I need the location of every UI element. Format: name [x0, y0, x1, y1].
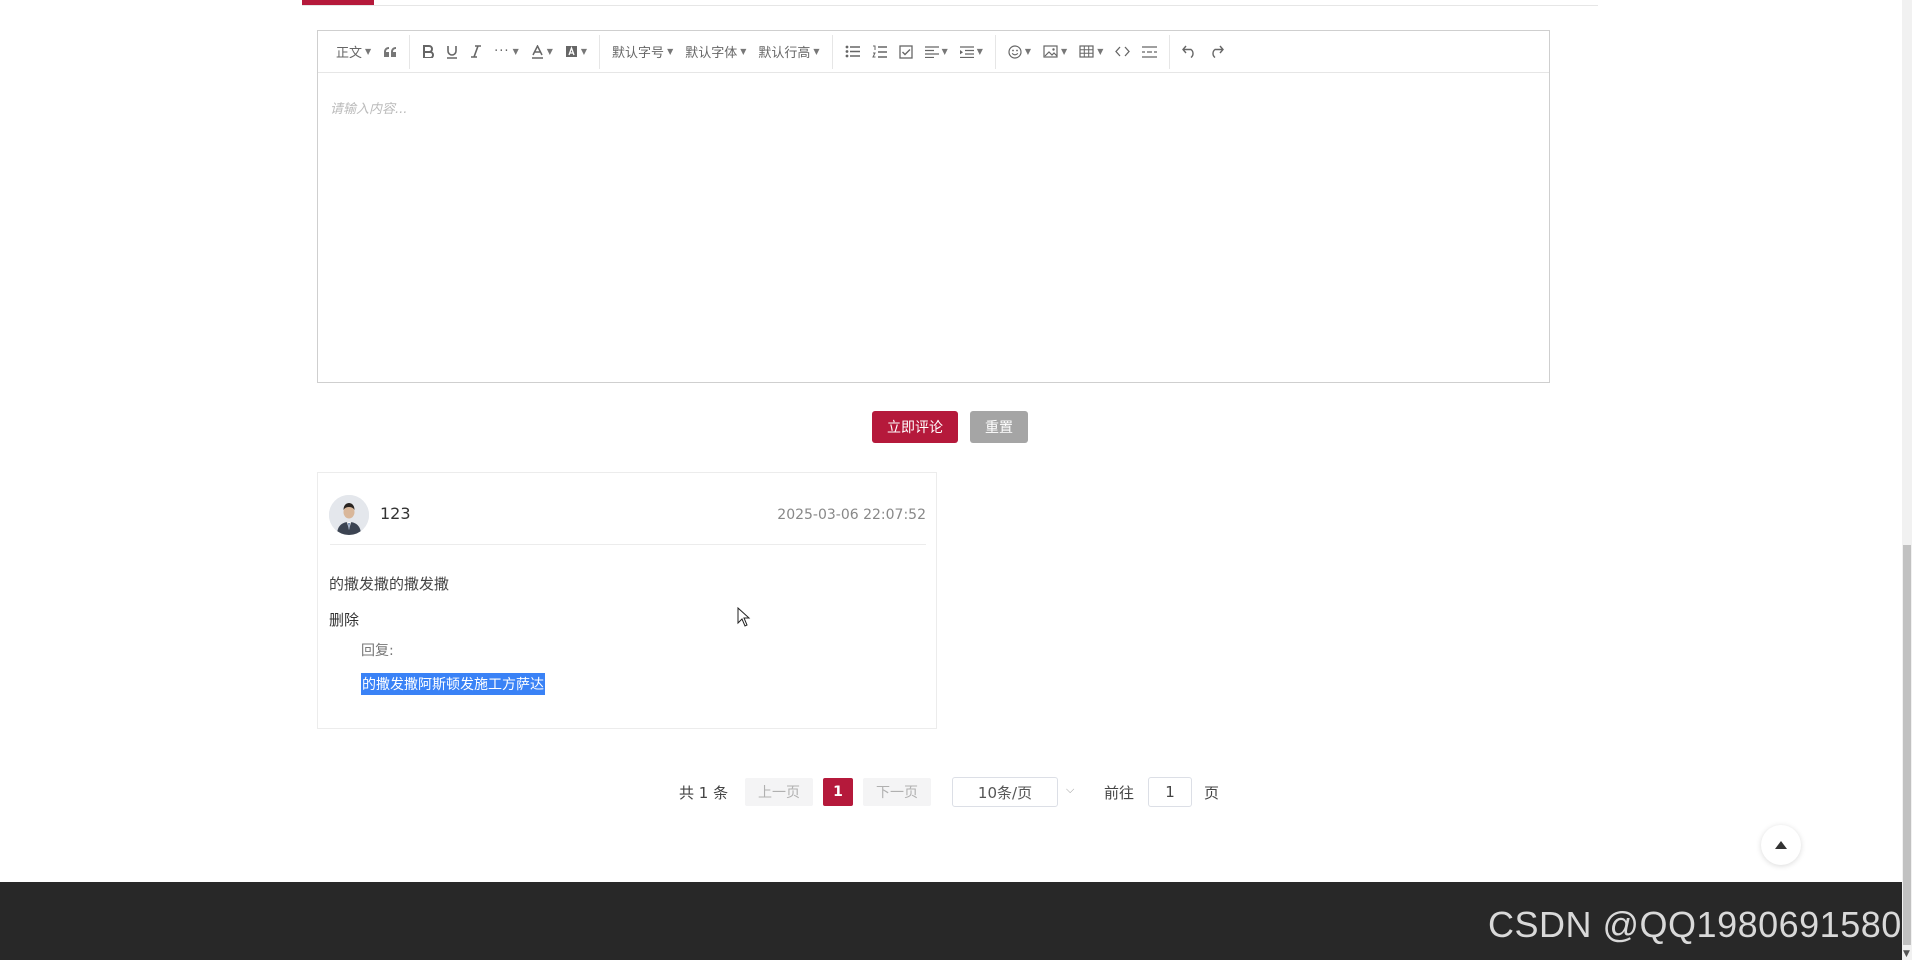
chevron-down-icon: ⌵: [1066, 783, 1075, 796]
align-left-icon: [924, 45, 939, 58]
active-tab-indicator: [302, 0, 374, 5]
background-color-icon: [565, 46, 577, 57]
image-dropdown[interactable]: ▼: [1037, 38, 1073, 66]
scrollbar-thumb[interactable]: [1903, 545, 1911, 945]
font-size-dropdown[interactable]: 默认字号 ▼: [606, 38, 679, 66]
line-height-label: 默认行高: [758, 46, 811, 61]
undo-button[interactable]: [1176, 38, 1203, 66]
redo-button[interactable]: [1203, 38, 1230, 66]
toolbar-separator: [831, 34, 833, 69]
mouse-pointer-icon: [737, 607, 751, 627]
back-to-top-button[interactable]: [1761, 825, 1801, 865]
submit-comment-button[interactable]: 立即评论: [872, 411, 958, 443]
bullet-list-icon: [845, 45, 860, 58]
chevron-down-icon: ▼: [667, 47, 674, 56]
font-family-label: 默认字体: [685, 46, 738, 61]
reply-label: 回复:: [361, 643, 394, 659]
paragraph-style-dropdown[interactable]: 正文 ▼: [330, 38, 377, 66]
redo-icon: [1212, 45, 1225, 58]
toolbar-separator: [599, 34, 601, 69]
pagination-total: 共 1 条: [679, 783, 729, 802]
chevron-down-icon: ▼: [813, 47, 820, 56]
delete-comment-link[interactable]: 删除: [329, 609, 359, 630]
scroll-down-arrow-icon[interactable]: ▼: [1903, 949, 1910, 959]
paragraph-style-label: 正文: [336, 46, 363, 61]
numbered-list-button[interactable]: [866, 38, 893, 66]
comment-timestamp: 2025-03-06 22:07:52: [777, 507, 926, 523]
chevron-down-icon: ▼: [740, 47, 747, 56]
bullet-list-button[interactable]: [839, 38, 866, 66]
chevron-down-icon: ▼: [976, 47, 983, 56]
editor-content-area[interactable]: 请输入内容...: [318, 73, 1549, 382]
comment-content: 的撒发撒的撒发撒: [329, 575, 450, 593]
page-unit-label: 页: [1204, 783, 1220, 802]
code-icon: [1115, 46, 1131, 57]
more-icon: ···: [494, 44, 510, 59]
editor-toolbar: 正文 ▼ ··· ▼ ▼ ▼ 默认字号 ▼ 默认字体 ▼ 默认行高 ▼ ▼ ▼ …: [318, 31, 1549, 73]
rich-text-editor: 正文 ▼ ··· ▼ ▼ ▼ 默认字号 ▼ 默认字体 ▼ 默认行高 ▼ ▼ ▼ …: [317, 30, 1550, 383]
caret-up-icon: [1775, 841, 1787, 849]
table-dropdown[interactable]: ▼: [1073, 38, 1109, 66]
page-size-select[interactable]: 10条/页: [952, 777, 1058, 807]
indent-icon: [959, 45, 974, 58]
avatar: [329, 495, 369, 535]
goto-page-input[interactable]: 1: [1148, 777, 1192, 807]
underline-icon: [447, 45, 458, 59]
emoji-dropdown[interactable]: ▼: [1002, 38, 1037, 66]
undo-icon: [1182, 45, 1194, 58]
divider-button[interactable]: [1136, 38, 1163, 66]
line-height-dropdown[interactable]: 默认行高 ▼: [752, 38, 825, 66]
user-avatar-icon: [329, 495, 369, 535]
align-dropdown[interactable]: ▼: [919, 38, 954, 66]
font-color-dropdown[interactable]: ▼: [525, 38, 559, 66]
chevron-down-icon: ▼: [546, 47, 553, 56]
editor-placeholder: 请输入内容...: [330, 102, 408, 117]
numbered-list-icon: [871, 45, 887, 58]
goto-label: 前往: [1104, 783, 1135, 802]
checkbox-icon: [898, 44, 913, 59]
table-icon: [1079, 45, 1094, 58]
bold-icon: [423, 45, 435, 58]
chevron-down-icon: ▼: [1097, 47, 1104, 56]
italic-icon: [471, 45, 482, 58]
underline-button[interactable]: [440, 38, 464, 66]
chevron-down-icon: ▼: [941, 47, 948, 56]
toolbar-separator: [994, 34, 996, 69]
toolbar-separator: [1169, 34, 1171, 69]
chevron-down-icon: ▼: [365, 47, 372, 56]
chevron-down-icon: ▼: [512, 47, 519, 56]
font-family-dropdown[interactable]: 默认字体 ▼: [679, 38, 752, 66]
vertical-scrollbar[interactable]: ▼: [1902, 0, 1912, 960]
comment-divider: [330, 544, 926, 545]
quote-button[interactable]: [377, 38, 403, 66]
horizontal-rule-icon: [1142, 45, 1158, 58]
emoji-icon: [1008, 44, 1022, 59]
font-color-icon: [531, 44, 543, 59]
toolbar-separator: [409, 34, 411, 69]
comment-card: 123 2025-03-06 22:07:52 的撒发撒的撒发撒 删除 回复: …: [317, 472, 937, 729]
image-icon: [1043, 45, 1058, 58]
chevron-down-icon: ▼: [1024, 47, 1032, 56]
code-button[interactable]: [1109, 38, 1136, 66]
quote-icon: [384, 46, 397, 57]
comment-username: 123: [380, 504, 411, 523]
font-size-label: 默认字号: [612, 46, 665, 61]
chevron-down-icon: ▼: [1061, 47, 1068, 56]
bold-button[interactable]: [416, 38, 440, 66]
csdn-watermark: CSDN @QQ1980691580: [1488, 904, 1902, 945]
page-number-current[interactable]: 1: [823, 778, 853, 806]
indent-dropdown[interactable]: ▼: [954, 38, 989, 66]
top-divider: [302, 5, 1598, 6]
todo-list-button[interactable]: [893, 38, 919, 66]
reset-button[interactable]: 重置: [970, 411, 1028, 443]
more-styles-dropdown[interactable]: ··· ▼: [488, 38, 525, 66]
reply-content: 的撒发撒阿斯顿发施工方萨达: [361, 673, 545, 695]
chevron-down-icon: ▼: [580, 47, 588, 56]
next-page-button[interactable]: 下一页: [863, 778, 931, 806]
background-color-dropdown[interactable]: ▼: [559, 38, 593, 66]
italic-button[interactable]: [464, 38, 488, 66]
prev-page-button[interactable]: 上一页: [745, 778, 813, 806]
pagination: 共 1 条 上一页 1 下一页 10条/页 ⌵ 前往 1 页: [0, 777, 1912, 808]
